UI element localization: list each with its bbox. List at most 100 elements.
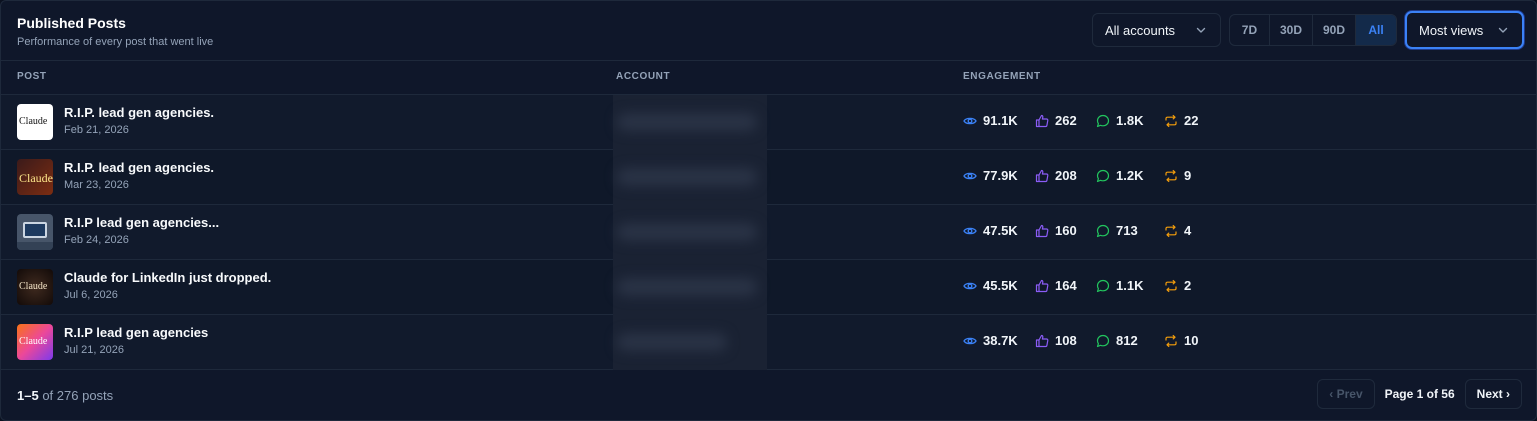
reposts-value: 10 xyxy=(1184,333,1199,348)
range-all-button[interactable]: All xyxy=(1356,15,1396,45)
result-total: of 276 posts xyxy=(42,388,114,403)
post-thumbnail: Claude xyxy=(17,324,53,360)
repost-icon xyxy=(1165,279,1177,292)
post-date: Feb 24, 2026 xyxy=(64,234,129,246)
published-posts-panel: Published Posts Performance of every pos… xyxy=(0,0,1537,421)
reposts-value: 2 xyxy=(1184,278,1192,293)
comments-value: 1.1K xyxy=(1116,278,1144,293)
table-row[interactable]: Claude R.I.P lead gen agencies Jul 21, 2… xyxy=(1,315,1536,370)
post-thumbnail: Claude xyxy=(17,104,53,140)
comments-metric: 812 xyxy=(1096,333,1164,348)
comment-icon xyxy=(1096,279,1110,292)
likes-metric: 262 xyxy=(1035,113,1096,128)
comment-icon xyxy=(1096,114,1110,127)
post-title: Claude for LinkedIn just dropped. xyxy=(64,270,272,285)
comments-value: 713 xyxy=(1116,223,1138,238)
prev-page-button[interactable]: ‹ Prev xyxy=(1317,379,1375,409)
post-title: R.I.P. lead gen agencies. xyxy=(64,105,215,120)
account-filter-select[interactable]: All accounts xyxy=(1091,13,1221,47)
thumbs-up-icon xyxy=(1035,224,1049,237)
comments-metric: 1.1K xyxy=(1096,278,1164,293)
post-date: Mar 23, 2026 xyxy=(64,179,129,191)
pagination: ‹ Prev Page 1 of 56 Next › xyxy=(1317,379,1522,409)
views-value: 45.5K xyxy=(983,278,1018,293)
views-value: 77.9K xyxy=(983,168,1018,183)
thumbnail-label: Claude xyxy=(19,336,48,347)
likes-value: 262 xyxy=(1055,113,1077,128)
comments-value: 1.2K xyxy=(1116,168,1144,183)
reposts-value: 4 xyxy=(1184,223,1192,238)
column-header-engagement: ENGAGEMENT xyxy=(963,71,1041,82)
eye-icon xyxy=(963,117,977,124)
views-metric: 38.7K xyxy=(963,333,1035,348)
sort-value: Most views xyxy=(1419,22,1484,38)
engagement-metrics: 45.5K 164 1.1K 2 xyxy=(963,278,1214,293)
repost-icon xyxy=(1165,169,1177,182)
views-metric: 77.9K xyxy=(963,168,1035,183)
next-page-button[interactable]: Next › xyxy=(1464,379,1522,409)
eye-icon xyxy=(963,227,977,234)
table-row[interactable]: R.I.P lead gen agencies... Feb 24, 2026 … xyxy=(1,205,1536,260)
thumbs-up-icon xyxy=(1035,279,1049,292)
page-subtitle: Performance of every post that went live xyxy=(17,36,214,48)
likes-metric: 208 xyxy=(1035,168,1096,183)
post-date: Jul 6, 2026 xyxy=(64,289,118,301)
account-redacted xyxy=(613,260,767,315)
reposts-value: 22 xyxy=(1184,113,1199,128)
eye-icon xyxy=(963,337,977,344)
reposts-value: 9 xyxy=(1184,168,1192,183)
account-redacted xyxy=(613,95,767,150)
likes-value: 160 xyxy=(1055,223,1077,238)
reposts-metric: 9 xyxy=(1164,168,1214,183)
table-row[interactable]: Claude Claude for LinkedIn just dropped.… xyxy=(1,260,1536,315)
views-value: 91.1K xyxy=(983,113,1018,128)
table-row[interactable]: Claude R.I.P. lead gen agencies. Feb 21,… xyxy=(1,95,1536,150)
table-footer: 1–5 of 276 posts ‹ Prev Page 1 of 56 Nex… xyxy=(1,370,1536,420)
account-redacted xyxy=(613,315,767,370)
chevron-down-icon xyxy=(1196,27,1206,33)
views-value: 38.7K xyxy=(983,333,1018,348)
thumbnail-label: Claude xyxy=(19,116,48,127)
views-metric: 45.5K xyxy=(963,278,1035,293)
reposts-metric: 22 xyxy=(1164,113,1214,128)
likes-value: 164 xyxy=(1055,278,1077,293)
chevron-down-icon xyxy=(1498,27,1508,33)
repost-icon xyxy=(1165,334,1177,347)
reposts-metric: 2 xyxy=(1164,278,1214,293)
thumbs-up-icon xyxy=(1035,334,1049,347)
range-7d-button[interactable]: 7D xyxy=(1230,15,1270,45)
thumbs-up-icon xyxy=(1035,169,1049,182)
likes-metric: 108 xyxy=(1035,333,1096,348)
engagement-metrics: 77.9K 208 1.2K 9 xyxy=(963,168,1214,183)
views-value: 47.5K xyxy=(983,223,1018,238)
likes-metric: 160 xyxy=(1035,223,1096,238)
range-30d-button[interactable]: 30D xyxy=(1270,15,1313,45)
eye-icon xyxy=(963,172,977,179)
range-90d-button[interactable]: 90D xyxy=(1313,15,1356,45)
page-indicator: Page 1 of 56 xyxy=(1384,387,1455,401)
reposts-metric: 4 xyxy=(1164,223,1214,238)
views-metric: 47.5K xyxy=(963,223,1035,238)
post-title: R.I.P lead gen agencies... xyxy=(64,215,220,230)
comment-icon xyxy=(1096,224,1110,237)
post-date: Jul 21, 2026 xyxy=(64,344,124,356)
likes-value: 208 xyxy=(1055,168,1077,183)
column-header-account: ACCOUNT xyxy=(616,71,671,82)
date-range-toggle: 7D 30D 90D All xyxy=(1228,14,1397,46)
table-row[interactable]: Claude R.I.P. lead gen agencies. Mar 23,… xyxy=(1,150,1536,205)
post-thumbnail xyxy=(17,214,53,250)
thumbnail-label: Claude xyxy=(19,171,53,185)
post-title: R.I.P lead gen agencies xyxy=(64,325,209,340)
posts-table-body: Claude R.I.P. lead gen agencies. Feb 21,… xyxy=(1,95,1536,370)
toolbar: All accounts 7D 30D 90D All Most views xyxy=(1091,11,1524,49)
result-range: 1–5 xyxy=(17,388,39,403)
likes-value: 108 xyxy=(1055,333,1077,348)
table-header: POST ACCOUNT ENGAGEMENT xyxy=(1,61,1536,95)
comments-value: 812 xyxy=(1116,333,1138,348)
page-title: Published Posts xyxy=(17,15,126,31)
post-thumbnail: Claude xyxy=(17,269,53,305)
views-metric: 91.1K xyxy=(963,113,1035,128)
post-thumbnail: Claude xyxy=(17,159,53,195)
account-filter-value: All accounts xyxy=(1104,22,1176,38)
sort-select[interactable]: Most views xyxy=(1405,11,1524,49)
